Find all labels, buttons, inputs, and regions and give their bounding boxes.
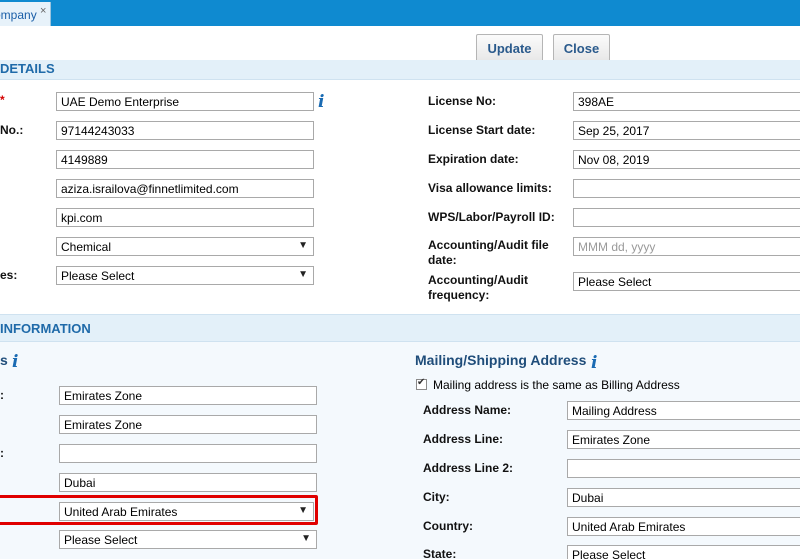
email-field[interactable]: aziza.israilova@finnetlimited.com [56,179,314,198]
company-name-label: * [0,93,5,107]
billing-address-line2-field[interactable] [59,444,317,463]
same-address-label: Mailing address is the same as Billing A… [433,378,680,392]
mailing-address-line2-field[interactable] [567,459,800,478]
categories-label: es: [0,268,18,282]
wps-id-field[interactable] [573,208,800,227]
mailing-state-select-value: Please Select [572,548,646,559]
license-no-field[interactable]: 398AE [573,92,800,111]
expiration-date-label: Expiration date: [428,152,519,166]
company-name-info-icon[interactable]: i [318,92,324,112]
chevron-down-icon: ▼ [298,269,308,280]
visa-allowance-label: Visa allowance limits: [428,181,552,195]
details-section-header: DETAILS [0,60,800,80]
mailing-address-name-field[interactable]: Mailing Address [567,401,800,420]
tab-bar: ompany × [0,0,800,26]
fax-field[interactable]: 4149889 [56,150,314,169]
chevron-down-icon: ▼ [298,240,308,251]
wps-id-label: WPS/Labor/Payroll ID: [428,210,555,224]
billing-address-line-field[interactable]: Emirates Zone [59,415,317,434]
information-section-title: INFORMATION [0,321,91,336]
mailing-address-line-label: Address Line: [423,432,504,446]
audit-frequency-select-value: Please Select [578,275,652,289]
license-no-label: License No: [428,94,497,108]
mailing-address-line-field[interactable]: Emirates Zone [567,430,800,449]
mailing-address-info-icon[interactable]: i [591,353,597,373]
expiration-date-field[interactable]: Nov 08, 2019 [573,150,800,169]
audit-frequency-select[interactable]: Please Select [573,272,800,291]
mailing-state-select[interactable]: Please Select [567,545,800,559]
billing-address-line2-label: : [0,446,4,460]
categories-select[interactable]: Please Select ▼ [56,266,314,285]
mailing-address-heading: Mailing/Shipping Address [415,352,587,368]
billing-address-name-field[interactable]: Emirates Zone [59,386,317,405]
details-section-title: DETAILS [0,61,55,76]
tab-close-icon[interactable]: × [40,5,46,17]
phone-field[interactable]: 97144243033 [56,121,314,140]
mailing-country-label: Country: [423,519,473,533]
website-field[interactable]: kpi.com [56,208,314,227]
industry-select[interactable]: Chemical ▼ [56,237,314,256]
categories-select-value: Please Select [61,269,135,283]
audit-frequency-label: Accounting/Audit frequency: [428,273,528,302]
phone-label: No.: [0,123,24,137]
billing-address-heading: s [0,352,8,368]
billing-address-info-icon[interactable]: i [12,352,18,372]
mailing-state-label: State: [423,547,457,559]
company-name-field[interactable]: UAE Demo Enterprise [56,92,314,111]
chevron-down-icon: ▼ [301,533,311,544]
mailing-address-line2-label: Address Line 2: [423,461,514,475]
audit-file-date-label: Accounting/Audit file date: [428,238,549,267]
tab-label: ompany [0,8,37,22]
information-section-header: INFORMATION [0,314,800,342]
billing-country-select[interactable]: United Arab Emirates ▼ [59,502,314,521]
mailing-city-field[interactable]: Dubai [567,488,800,507]
tab-company[interactable]: ompany × [0,2,51,26]
visa-allowance-field[interactable] [573,179,800,198]
mailing-city-label: City: [423,490,450,504]
same-address-checkbox[interactable] [416,377,427,390]
license-start-date-label: License Start date: [428,123,536,137]
audit-file-date-field[interactable]: MMM dd, yyyy [573,237,800,256]
mailing-address-name-label: Address Name: [423,403,512,417]
chevron-down-icon: ▼ [298,505,308,516]
billing-state-select[interactable]: Please Select ▼ [59,530,317,549]
license-start-date-field[interactable]: Sep 25, 2017 [573,121,800,140]
industry-select-value: Chemical [61,240,112,254]
billing-state-select-value: Please Select [64,533,138,547]
billing-city-field[interactable]: Dubai [59,473,317,492]
billing-address-name-label: : [0,388,4,402]
mailing-country-field[interactable]: United Arab Emirates [567,517,800,536]
billing-country-select-value: United Arab Emirates [64,505,178,519]
